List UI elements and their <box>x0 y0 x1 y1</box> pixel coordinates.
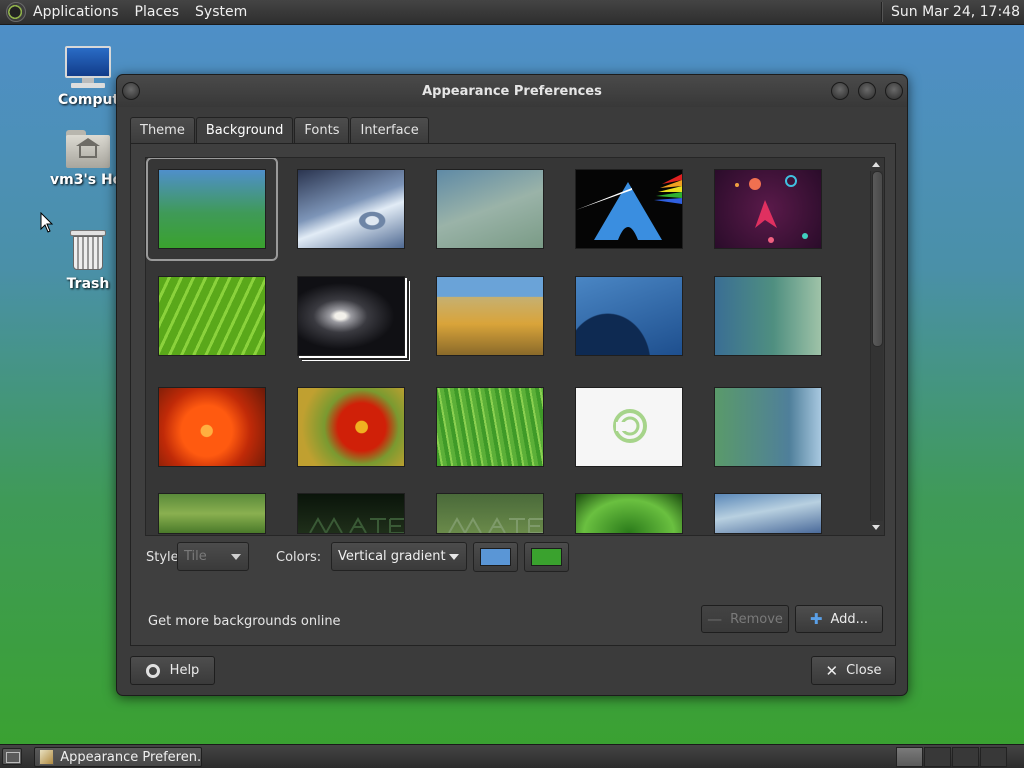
background-thumb-mist[interactable] <box>436 169 544 249</box>
background-thumb-water[interactable] <box>297 169 405 249</box>
window-title: Appearance Preferences <box>422 83 602 99</box>
add-button[interactable]: ✚ Add... <box>795 605 883 633</box>
plus-icon: ✚ <box>809 610 823 628</box>
minimize-button[interactable] <box>831 82 849 100</box>
panel-separator <box>880 2 883 22</box>
clock-area: Sun Mar 24, 17:48 <box>880 0 1024 24</box>
background-thumb-red-flower[interactable] <box>297 387 405 467</box>
mouse-pointer-icon <box>40 212 54 233</box>
background-thumbnails[interactable] <box>145 157 885 536</box>
colors-label: Colors: <box>276 550 322 565</box>
get-more-backgrounds-link[interactable]: Get more backgrounds online <box>148 614 341 629</box>
workspace-switcher-2[interactable] <box>924 747 951 767</box>
background-thumb-orange-flower[interactable] <box>158 387 266 467</box>
help-lifebuoy-icon <box>145 663 160 678</box>
show-desktop-icon[interactable] <box>2 748 22 765</box>
background-thumb-blue-silk[interactable] <box>714 493 822 534</box>
background-thumb-mate-green[interactable] <box>436 493 544 534</box>
scrollbar-thumb[interactable] <box>872 171 883 347</box>
background-thumb-mate-dark[interactable] <box>297 493 405 534</box>
tab-background[interactable]: Background <box>195 117 294 144</box>
arch-prism-image <box>576 174 682 240</box>
background-thumb-galaxy[interactable] <box>297 276 405 356</box>
style-dropdown-value: Tile <box>184 549 207 564</box>
balloons-image <box>735 175 808 243</box>
style-dropdown[interactable]: Tile <box>177 542 249 571</box>
background-thumb-leaf[interactable] <box>158 276 266 356</box>
tab-bar: Theme Background Fonts Interface <box>130 117 430 144</box>
clock[interactable]: Sun Mar 24, 17:48 <box>891 4 1024 20</box>
primary-color-swatch <box>480 548 511 566</box>
tab-fonts[interactable]: Fonts <box>294 117 350 144</box>
background-thumb-green-drops[interactable] <box>575 493 683 534</box>
workspace-switcher-3[interactable] <box>952 747 979 767</box>
scroll-up-arrow-icon[interactable] <box>872 162 880 167</box>
colors-dropdown[interactable]: Vertical gradient <box>331 542 467 571</box>
background-thumb-gradient[interactable] <box>146 158 278 261</box>
vertical-scrollbar[interactable] <box>870 171 883 521</box>
help-button[interactable]: Help <box>130 656 215 685</box>
close-window-button[interactable] <box>885 82 903 100</box>
taskbar-window-label: Appearance Preferen... <box>60 749 201 765</box>
home-folder-icon <box>66 130 110 168</box>
primary-color-button[interactable] <box>473 542 518 572</box>
help-button-label: Help <box>169 663 200 678</box>
close-icon: ✕ <box>825 661 839 680</box>
computer-icon <box>65 46 111 90</box>
tab-interface[interactable]: Interface <box>350 117 429 144</box>
menu-places[interactable]: Places <box>127 4 188 20</box>
maximize-button[interactable] <box>858 82 876 100</box>
dropdown-arrow-icon <box>231 553 241 560</box>
top-panel: Applications Places System Sun Mar 24, 1… <box>0 0 1024 25</box>
minus-icon: — <box>707 610 723 628</box>
background-thumb-green-grass[interactable] <box>436 387 544 467</box>
secondary-color-swatch <box>531 548 562 566</box>
background-thumb-golden-grass[interactable] <box>436 276 544 356</box>
add-button-label: Add... <box>830 611 869 627</box>
background-thumb-meadow[interactable] <box>158 493 266 534</box>
menu-system[interactable]: System <box>187 4 255 20</box>
workspace-switcher-1[interactable] <box>896 747 923 767</box>
background-thumb-green-blue-wave[interactable] <box>714 387 822 467</box>
close-button-label: Close <box>846 663 882 678</box>
trash-icon <box>70 228 106 272</box>
appearance-preferences-dialog: Appearance Preferences Theme Background … <box>116 74 908 696</box>
dropdown-arrow-icon <box>449 553 459 560</box>
desktop-icon-label: vm3's Home <box>50 172 122 188</box>
background-thumb-mate-white[interactable] <box>575 387 683 467</box>
remove-button[interactable]: — Remove <box>701 605 789 633</box>
mate-logo-image <box>613 409 647 443</box>
close-button[interactable]: ✕ Close <box>811 656 896 685</box>
background-thumb-arch[interactable] <box>575 169 683 249</box>
appearance-app-icon <box>39 749 55 765</box>
colors-dropdown-value: Vertical gradient <box>338 549 446 564</box>
background-tab-panel: Style: Tile Colors: Vertical gradient Ge… <box>130 143 896 646</box>
mate-logo-icon[interactable] <box>6 2 26 22</box>
bottom-panel: Appearance Preferen... <box>0 744 1024 768</box>
mate-wordmark-green-image <box>448 516 543 533</box>
remove-button-label: Remove <box>730 611 783 627</box>
tab-theme[interactable]: Theme <box>130 117 195 144</box>
titlebar[interactable]: Appearance Preferences <box>117 75 907 107</box>
mate-wordmark-dark-image <box>309 516 404 533</box>
window-menu-button[interactable] <box>122 82 140 100</box>
workspace-switcher-4[interactable] <box>980 747 1007 767</box>
taskbar-window-button[interactable]: Appearance Preferen... <box>34 747 202 767</box>
menu-applications[interactable]: Applications <box>31 4 127 20</box>
background-thumb-blue-waves[interactable] <box>575 276 683 356</box>
background-thumb-teal[interactable] <box>714 276 822 356</box>
scroll-down-arrow-icon[interactable] <box>872 525 880 530</box>
background-thumb-purple[interactable] <box>714 169 822 249</box>
secondary-color-button[interactable] <box>524 542 569 572</box>
